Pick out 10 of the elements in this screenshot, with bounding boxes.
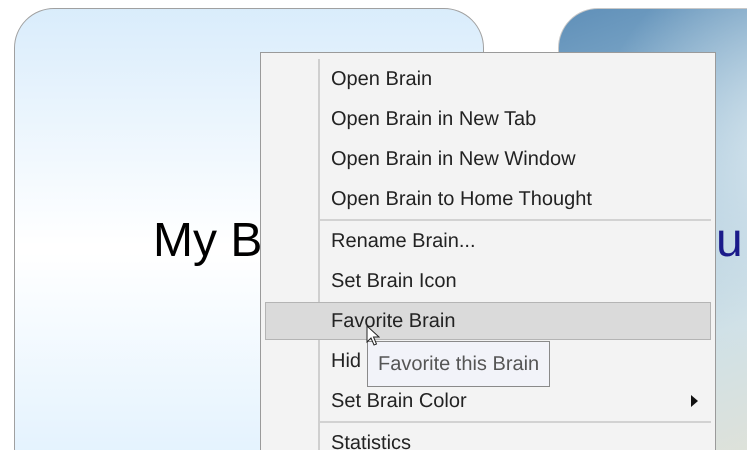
menu-item[interactable]: Rename Brain... xyxy=(331,230,476,252)
tooltip: Favorite this Brain xyxy=(367,341,550,387)
menu-item[interactable]: Favorite Brain xyxy=(331,310,456,332)
menu-item[interactable]: Open Brain xyxy=(331,68,432,90)
menu-item[interactable]: Statistics xyxy=(331,432,412,450)
card-title: u xyxy=(716,213,743,269)
menu-item[interactable]: Hid xyxy=(331,350,362,372)
card-title: My B xyxy=(153,213,262,269)
menu-item[interactable]: Set Brain Icon xyxy=(331,270,457,292)
menu-item[interactable]: Set Brain Color xyxy=(331,390,467,412)
